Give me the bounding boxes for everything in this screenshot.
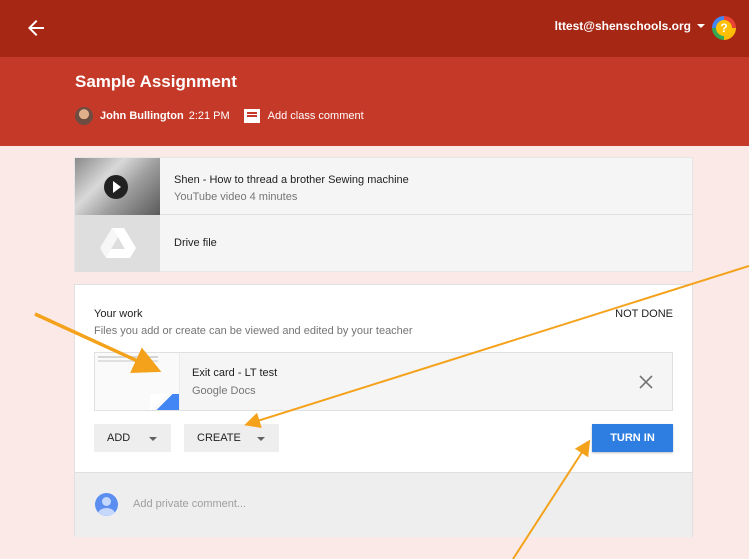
material-drive-file[interactable]: Drive file	[75, 215, 692, 272]
chevron-down-icon	[257, 437, 265, 441]
attachment-title[interactable]: Exit card - LT test	[192, 367, 277, 379]
play-icon[interactable]	[104, 175, 128, 199]
turn-in-button[interactable]: TURN IN	[592, 424, 673, 452]
top-app-bar: lttest@shenschools.org ?	[0, 0, 749, 57]
doc-preview-lines	[98, 356, 158, 358]
attachment-item[interactable]: Exit card - LT test Google Docs	[94, 352, 673, 411]
help-button[interactable]: ?	[712, 16, 736, 40]
create-button-label: CREATE	[197, 432, 241, 444]
your-work-description: Files you add or create can be viewed an…	[94, 325, 413, 337]
your-work-card: Your work Files you add or create can be…	[74, 284, 693, 537]
add-button[interactable]: ADD	[94, 424, 171, 452]
assignment-meta: John Bullington 2:21 PM Add class commen…	[75, 107, 364, 125]
material-subtitle: YouTube video 4 minutes	[174, 191, 298, 203]
materials-card: Shen - How to thread a brother Sewing ma…	[74, 157, 693, 272]
material-title[interactable]: Drive file	[174, 237, 217, 249]
account-email: lttest@shenschools.org	[554, 19, 691, 33]
private-comment-input[interactable]	[133, 494, 673, 514]
create-button[interactable]: CREATE	[184, 424, 279, 452]
doc-page-curl	[150, 394, 168, 410]
private-comment-section	[75, 472, 692, 537]
close-icon[interactable]	[636, 372, 656, 392]
add-class-comment-link[interactable]: Add class comment	[268, 110, 364, 122]
author-name: John Bullington	[100, 110, 184, 122]
back-arrow-icon[interactable]	[24, 16, 48, 40]
your-work-label: Your work	[94, 308, 143, 320]
user-avatar-icon	[95, 493, 118, 516]
material-youtube-video[interactable]: Shen - How to thread a brother Sewing ma…	[75, 158, 692, 215]
attachment-type: Google Docs	[192, 385, 256, 397]
account-switcher[interactable]: lttest@shenschools.org	[555, 19, 705, 33]
drive-thumbnail[interactable]	[75, 215, 160, 272]
help-icon: ?	[716, 20, 732, 36]
add-button-label: ADD	[107, 432, 131, 444]
author-avatar	[75, 107, 93, 125]
assignment-title: Sample Assignment	[75, 72, 237, 91]
assignment-header: Sample Assignment John Bullington 2:21 P…	[0, 57, 749, 146]
comment-icon[interactable]	[243, 109, 260, 123]
chevron-down-icon	[697, 24, 705, 28]
chevron-down-icon	[149, 437, 157, 441]
material-title[interactable]: Shen - How to thread a brother Sewing ma…	[174, 174, 409, 186]
status-badge: NOT DONE	[615, 308, 673, 320]
google-drive-icon	[100, 228, 136, 258]
video-thumbnail[interactable]	[75, 158, 160, 215]
google-docs-icon	[95, 353, 180, 410]
post-time: 2:21 PM	[188, 110, 230, 122]
